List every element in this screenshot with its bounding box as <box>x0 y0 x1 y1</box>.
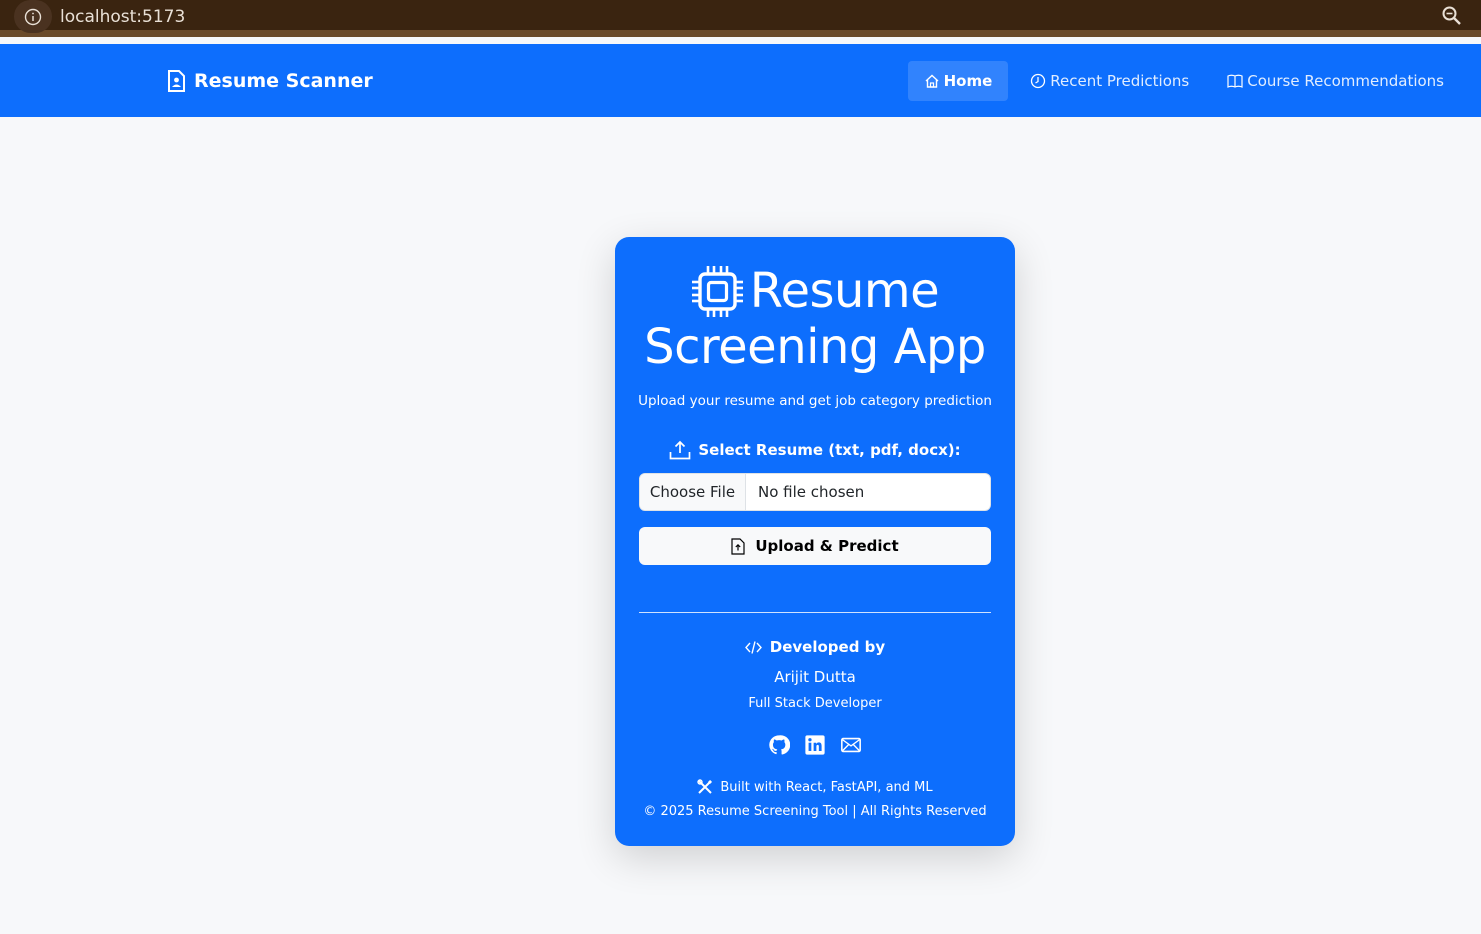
choose-file-button[interactable]: Choose File <box>640 474 746 510</box>
github-icon[interactable] <box>768 734 790 756</box>
navbar: Resume Scanner Home Recent Predictions C… <box>0 44 1481 117</box>
clock-icon <box>1031 73 1046 89</box>
nav-recent-label: Recent Predictions <box>1050 72 1190 90</box>
upload-icon <box>669 440 691 460</box>
brand-title: Resume Scanner <box>194 70 373 92</box>
resume-file-input[interactable]: Choose File No file chosen <box>639 473 991 511</box>
tools-icon <box>697 779 713 794</box>
built-with: Built with React, FastAPI, and ML <box>615 779 1015 795</box>
developer-role: Full Stack Developer <box>748 696 882 711</box>
site-info-button[interactable] <box>14 0 52 33</box>
built-with-text: Built with React, FastAPI, and ML <box>720 779 933 795</box>
address-bar[interactable]: localhost:5173 <box>14 0 185 33</box>
developed-by-text: Developed by <box>769 638 886 656</box>
linkedin-icon[interactable] <box>804 734 826 756</box>
file-upload-icon <box>731 537 745 555</box>
select-resume-label: Select Resume (txt, pdf, docx): <box>615 440 1015 460</box>
nav-links: Home Recent Predictions Course Recommend… <box>907 61 1481 101</box>
upload-predict-button[interactable]: Upload & Predict <box>639 527 991 565</box>
nav-course-recommendations[interactable]: Course Recommendations <box>1213 61 1458 101</box>
document-person-icon <box>168 70 185 92</box>
file-status: No file chosen <box>758 483 865 501</box>
social-links <box>615 734 1015 756</box>
developer-name: Arijit Dutta <box>774 668 856 686</box>
browser-toolbar: localhost:5173 <box>0 0 1481 37</box>
page-title: Resume Screening App <box>615 263 1015 375</box>
copyright: © 2025 Resume Screening Tool | All Right… <box>643 804 987 819</box>
mail-icon[interactable] <box>840 734 862 756</box>
nav-home[interactable]: Home <box>907 61 1009 101</box>
subtitle: Upload your resume and get job category … <box>638 393 992 409</box>
code-icon <box>744 640 762 654</box>
divider <box>639 612 991 613</box>
book-icon <box>1227 74 1243 88</box>
title-line2: Screening App <box>644 319 986 375</box>
zoom-icon[interactable] <box>1441 5 1463 27</box>
url-text[interactable]: localhost:5173 <box>60 7 185 27</box>
upload-card: Resume Screening App Upload your resume … <box>615 237 1015 846</box>
cpu-chip-icon <box>691 265 743 317</box>
upload-predict-label: Upload & Predict <box>755 537 899 555</box>
developed-by-label: Developed by <box>615 638 1015 656</box>
house-icon <box>925 74 939 88</box>
nav-home-label: Home <box>943 72 993 90</box>
brand-link[interactable]: Resume Scanner <box>167 70 373 92</box>
nav-recent-predictions[interactable]: Recent Predictions <box>1016 61 1203 101</box>
title-line1: Resume <box>749 263 940 319</box>
select-resume-text: Select Resume (txt, pdf, docx): <box>698 441 961 459</box>
info-icon <box>24 8 42 25</box>
nav-course-label: Course Recommendations <box>1247 72 1444 90</box>
